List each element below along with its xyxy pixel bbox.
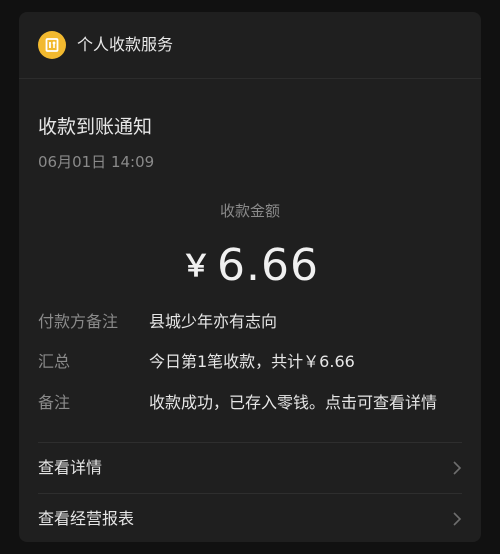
detail-key: 付款方备注 (38, 312, 119, 331)
view-business-report-label: 查看经营报表 (38, 509, 135, 528)
detail-value: 县城少年亦有志向 (149, 312, 278, 331)
view-details-label: 查看详情 (38, 458, 103, 477)
amount-value: 6.66 (217, 240, 319, 291)
detail-key: 备注 (38, 393, 71, 412)
detail-row-payer-note: 付款方备注 县城少年亦有志向 (38, 310, 468, 334)
detail-value: 今日第1笔收款，共计￥6.66 (149, 352, 355, 371)
notice-title: 收款到账通知 (38, 116, 153, 138)
chevron-right-icon (453, 512, 462, 526)
chevron-right-icon (453, 461, 462, 475)
notice-timestamp: 06月01日 14:09 (38, 153, 155, 171)
detail-row-remark: 备注 收款成功，已存入零钱。点击可查看详情 (38, 391, 468, 415)
detail-value: 收款成功，已存入零钱。点击可查看详情 (149, 393, 438, 412)
payment-notification-card[interactable]: 个人收款服务 收款到账通知 06月01日 14:09 收款金额 ￥ 6.66 付款… (19, 12, 481, 542)
service-header[interactable]: 个人收款服务 (19, 12, 481, 79)
detail-row-summary: 汇总 今日第1笔收款，共计￥6.66 (38, 350, 468, 374)
currency-symbol: ￥ (181, 249, 212, 284)
wallet-icon (38, 31, 66, 59)
service-title: 个人收款服务 (77, 35, 174, 54)
view-details-link[interactable]: 查看详情 (19, 443, 481, 493)
amount-display: ￥ 6.66 (19, 238, 481, 303)
view-business-report-link[interactable]: 查看经营报表 (19, 494, 481, 542)
detail-key: 汇总 (38, 352, 71, 371)
amount-label: 收款金额 (219, 202, 280, 220)
